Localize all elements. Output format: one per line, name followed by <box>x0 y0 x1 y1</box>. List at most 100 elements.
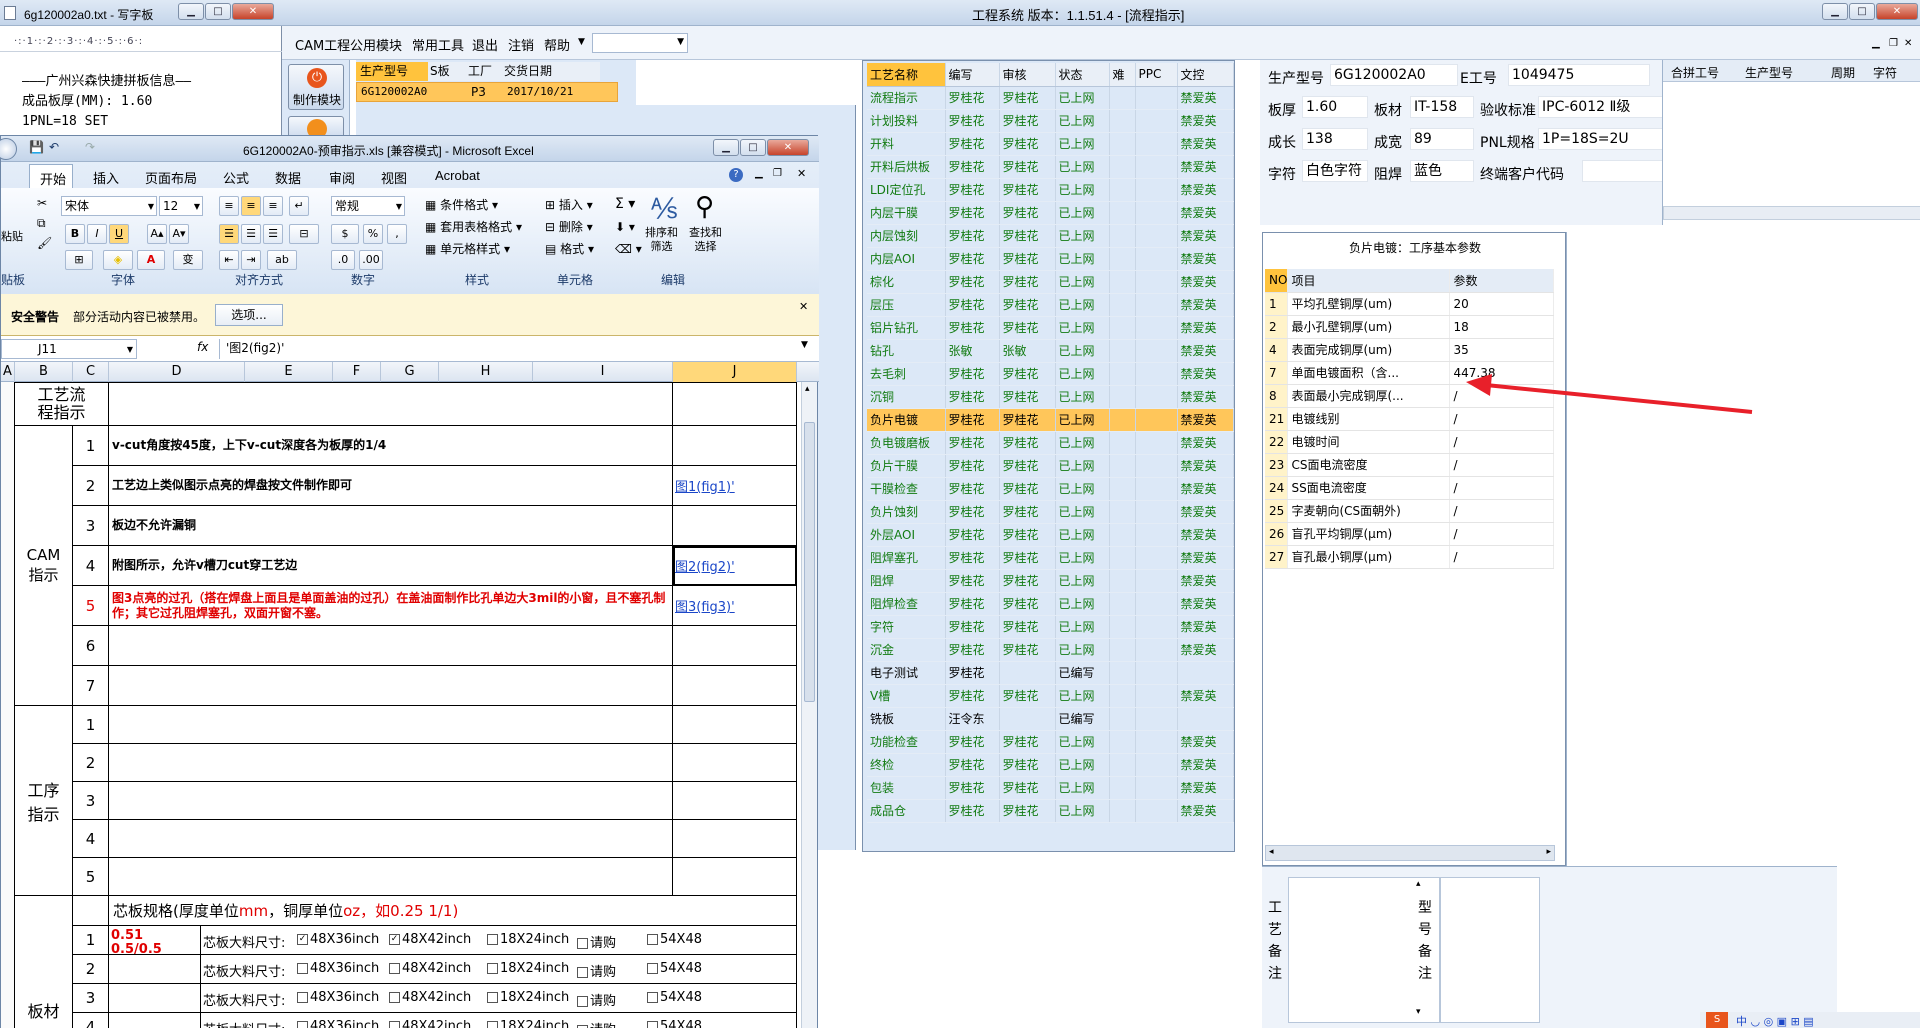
menu-help[interactable]: 帮助 <box>544 35 570 54</box>
process-row[interactable]: 开料 罗桂花 罗桂花 已上网 禁爱英 <box>867 132 1234 156</box>
conditional-format-button[interactable]: ▦ 条件格式 ▾ <box>425 196 498 213</box>
copy-icon[interactable]: ⧉ <box>37 216 46 231</box>
process-row[interactable]: 阻焊 罗桂花 罗桂花 已上网 禁爱英 <box>867 569 1234 593</box>
cam-row-number[interactable]: 5 <box>73 586 109 626</box>
cam-row-text-cell[interactable]: 工艺边上类似图示点亮的焊盘按文件制作即可 <box>109 466 673 506</box>
process-header-2[interactable]: 审核 <box>999 63 1056 87</box>
expand-formula-icon[interactable]: ▼ <box>801 340 808 350</box>
process-row[interactable]: 字符 罗桂花 罗桂花 已上网 禁爱英 <box>867 615 1234 639</box>
process-row[interactable]: 终检 罗桂花 罗桂花 已上网 禁爱英 <box>867 753 1234 777</box>
mdi-restore-icon[interactable]: ❐ <box>1889 38 1898 49</box>
increase-decimal-button[interactable]: .0 <box>331 250 355 270</box>
ribbon-minimize-icon[interactable]: ▁ <box>755 168 763 179</box>
process-row[interactable]: 负电镀磨板 罗桂花 罗桂花 已上网 禁爱英 <box>867 431 1234 455</box>
security-options-button[interactable]: 选项... <box>215 304 283 326</box>
tab-page-layout[interactable]: 页面布局 <box>145 168 197 187</box>
merge-cells-button[interactable]: ⊟ <box>289 224 319 244</box>
process-row[interactable]: 沉金 罗桂花 罗桂花 已上网 禁爱英 <box>867 638 1234 662</box>
core-material-cell[interactable]: 芯板大料尺寸: 48X36inch 48X42inch 18X24inch 请购 54X4… <box>201 984 797 1013</box>
wordpad-maximize-button[interactable]: □ <box>205 3 231 20</box>
process-row[interactable]: 去毛刺 罗桂花 罗桂花 已上网 禁爱英 <box>867 362 1234 386</box>
cam-row-number[interactable]: 6 <box>73 626 109 666</box>
process-row[interactable]: 内层干膜 罗桂花 罗桂花 已上网 禁爱英 <box>867 201 1234 225</box>
column-header-J[interactable]: J <box>673 362 797 382</box>
binoculars-icon[interactable]: ⚲ <box>695 192 714 222</box>
order-header-s[interactable]: S板 <box>428 62 464 81</box>
core-header-blank[interactable] <box>73 896 109 926</box>
chevron-down-icon[interactable]: ▼ <box>194 198 200 216</box>
checkbox-icon[interactable] <box>577 996 588 1007</box>
italic-button[interactable]: I <box>87 224 107 244</box>
underline-button[interactable]: U <box>109 224 129 244</box>
checkbox-icon[interactable] <box>297 963 308 974</box>
ime-icon[interactable]: S <box>1706 1012 1728 1028</box>
checkbox-icon[interactable] <box>647 963 658 974</box>
process-row[interactable]: 负片蚀刻 罗桂花 罗桂花 已上网 禁爱英 <box>867 500 1234 524</box>
merge-header-job[interactable]: 合拼工号 <box>1671 64 1719 81</box>
font-color-button[interactable]: A <box>137 250 165 270</box>
font-name-select[interactable]: 宋体 ▼ <box>61 196 157 216</box>
params-row[interactable]: 24 SS面电流密度 / <box>1265 476 1554 500</box>
checkbox-icon[interactable] <box>487 934 498 945</box>
scroll-up-icon[interactable]: ▴ <box>805 384 810 394</box>
cam-row-link-cell[interactable]: 图2(fig2)' <box>673 546 797 586</box>
pnl-field[interactable]: 1P=18S=2U <box>1538 128 1672 150</box>
params-row[interactable]: 23 CS面电流密度 / <box>1265 453 1554 477</box>
accept-field[interactable]: IPC-6012 Ⅱ级 <box>1538 96 1672 118</box>
process-row[interactable]: 铝片钻孔 罗桂花 罗桂花 已上网 禁爱英 <box>867 316 1234 340</box>
thickness-field[interactable]: 1.60 <box>1302 96 1368 118</box>
core-spec-cell[interactable] <box>109 955 201 984</box>
clear-icon[interactable]: ⌫ ▾ <box>615 242 642 256</box>
insert-cells-button[interactable]: ⊞ 插入 ▾ <box>545 196 593 213</box>
material-field[interactable]: IT-158 <box>1410 96 1474 118</box>
process-row-link-cell[interactable] <box>673 744 797 782</box>
cam-row-number[interactable]: 7 <box>73 666 109 706</box>
scroll-thumb[interactable] <box>804 422 815 702</box>
excel-maximize-button[interactable]: □ <box>740 139 766 156</box>
checkbox-icon[interactable]: ✓ <box>389 934 400 945</box>
column-header-A[interactable]: A <box>1 362 15 382</box>
width-field[interactable]: 89 <box>1410 128 1474 150</box>
redo-icon[interactable]: ↷ <box>85 140 95 154</box>
scroll-up-icon[interactable]: ▴ <box>1416 879 1421 889</box>
wrap-text-button[interactable]: ↵ <box>289 196 309 216</box>
borders-button[interactable]: ⊞ <box>65 250 93 270</box>
process-row-text-cell[interactable] <box>109 820 673 858</box>
checkbox-icon[interactable] <box>577 938 588 949</box>
process-row-text-cell[interactable] <box>109 782 673 820</box>
column-header-D[interactable]: D <box>109 362 245 382</box>
tab-review[interactable]: 审阅 <box>329 168 355 187</box>
merge-header-char[interactable]: 字符 <box>1873 64 1897 81</box>
params-hscroll[interactable]: ◂ ▸ <box>1265 845 1555 861</box>
office-button[interactable] <box>0 138 17 160</box>
worksheet-vscroll[interactable]: ▴ <box>801 382 817 1028</box>
core-material-cell[interactable]: 芯板大料尺寸: 48X36inch 48X42inch 18X24inch 请购 54X4… <box>201 1013 797 1028</box>
font-size-select[interactable]: 12 ▼ <box>159 196 203 216</box>
checkbox-icon[interactable] <box>647 1021 658 1028</box>
size-option[interactable]: 48X36inch <box>297 990 379 1005</box>
scroll-right-icon[interactable]: ▸ <box>1546 847 1551 857</box>
process-row-number[interactable]: 1 <box>73 706 109 744</box>
core-row-number[interactable]: 2 <box>73 955 109 984</box>
merge-header-cycle[interactable]: 周期 <box>1831 64 1855 81</box>
process-header-0[interactable]: 工艺名称 <box>867 63 946 87</box>
process-row[interactable]: 功能检查 罗桂花 罗桂花 已上网 禁爱英 <box>867 730 1234 754</box>
process-row-link-cell[interactable] <box>673 820 797 858</box>
process-row[interactable]: 棕化 罗桂花 罗桂花 已上网 禁爱英 <box>867 270 1234 294</box>
ribbon-restore-icon[interactable]: ❐ <box>773 168 782 179</box>
decrease-decimal-button[interactable]: .00 <box>359 250 383 270</box>
size-option[interactable]: 18X24inch <box>487 990 569 1005</box>
checkbox-icon[interactable] <box>487 992 498 1003</box>
mask-field[interactable]: 蓝色 <box>1410 160 1474 182</box>
prod-model-field[interactable]: 6G120002A0 <box>1330 64 1458 86</box>
wordpad-close-button[interactable]: ✕ <box>232 3 274 20</box>
checkbox-icon[interactable] <box>487 963 498 974</box>
menu-common-tools[interactable]: 常用工具 <box>412 35 464 54</box>
order-row[interactable]: 6G120002A0 P3 2017/10/21 <box>356 82 618 102</box>
shrink-font-button[interactable]: A▾ <box>169 224 189 244</box>
align-center-button[interactable]: ☰ <box>241 224 261 244</box>
process-row[interactable]: 包装 罗桂花 罗桂花 已上网 禁爱英 <box>867 776 1234 800</box>
checkbox-icon[interactable] <box>487 1021 498 1028</box>
core-spec-cell[interactable]: 0.51 0.5/0.5 <box>109 926 201 955</box>
checkbox-icon[interactable] <box>297 992 308 1003</box>
